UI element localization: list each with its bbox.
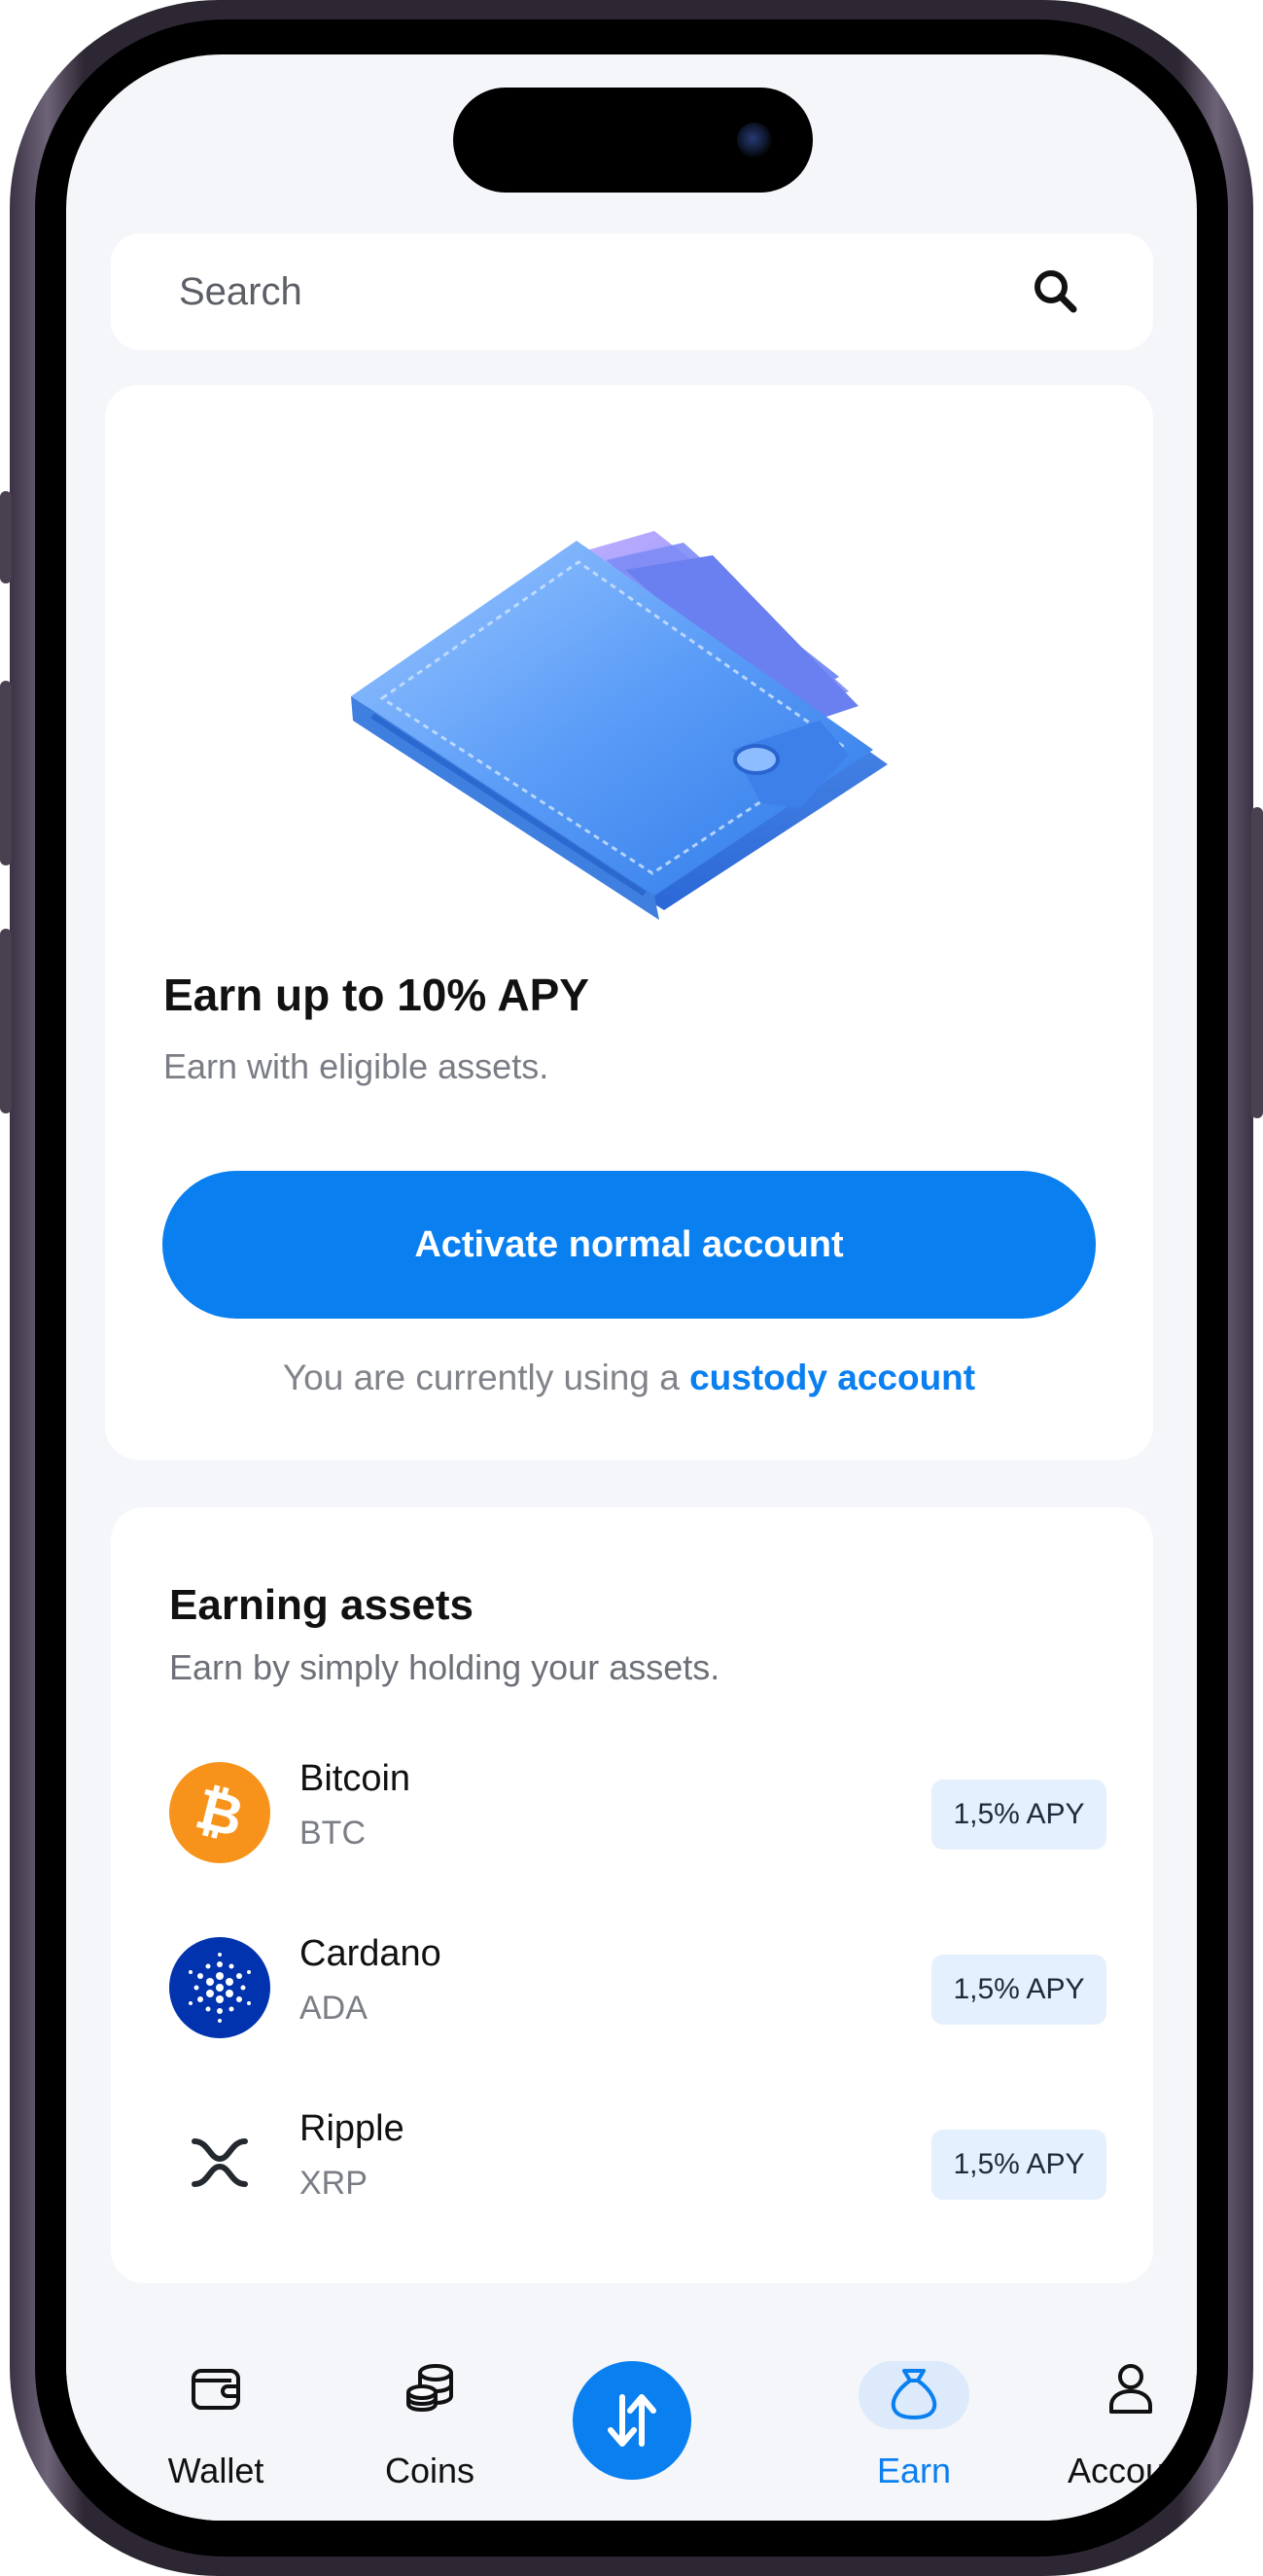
- tab-earn[interactable]: Earn: [831, 2283, 997, 2490]
- promo-subtitle: Earn with eligible assets.: [163, 1046, 549, 1086]
- tab-wallet[interactable]: Wallet: [133, 2283, 298, 2490]
- earning-assets-title: Earning assets: [169, 1581, 474, 1629]
- money-bag-icon: [891, 2369, 937, 2419]
- swap-button[interactable]: [573, 2361, 691, 2480]
- earn-promo-card: Earn up to 10% APY Earn with eligible as…: [105, 385, 1153, 1460]
- tab-account[interactable]: Account: [1048, 2283, 1197, 2490]
- apy-badge: 1,5% APY: [931, 2130, 1106, 2200]
- custody-notice: You are currently using a custody accoun…: [105, 1358, 1153, 1398]
- bitcoin-icon: ₿: [169, 1762, 270, 1863]
- wallet-illustration: [351, 531, 888, 920]
- volume-up-button: [0, 681, 12, 865]
- search-input[interactable]: [179, 263, 957, 321]
- asset-row-bitcoin[interactable]: ₿ Bitcoin BTC 1,5% APY: [169, 1758, 1106, 1865]
- earning-assets-card: Earning assets Earn by simply holding yo…: [111, 1507, 1153, 2283]
- screen: Earn up to 10% APY Earn with eligible as…: [66, 54, 1197, 2521]
- bottom-tab-bar: Wallet Coins Earn Account: [66, 2283, 1197, 2521]
- activate-normal-account-button[interactable]: Activate normal account: [162, 1171, 1096, 1319]
- asset-row-cardano[interactable]: Cardano ADA 1,5% APY: [169, 1933, 1106, 2040]
- action-button: [0, 491, 12, 583]
- asset-ticker: XRP: [299, 2165, 368, 2202]
- asset-ticker: ADA: [299, 1990, 368, 2027]
- tab-label: Earn: [876, 2451, 952, 2490]
- custody-notice-text: You are currently using a: [282, 1358, 690, 1397]
- asset-name: Cardano: [299, 1933, 441, 1974]
- search-icon[interactable]: [1029, 265, 1083, 319]
- apy-badge: 1,5% APY: [931, 1780, 1106, 1850]
- tab-label: Wallet: [167, 2451, 264, 2490]
- swap-arrows-icon: [608, 2394, 656, 2447]
- user-icon: [1109, 2364, 1152, 2414]
- asset-name: Bitcoin: [299, 1758, 411, 1799]
- asset-ticker: BTC: [299, 1815, 366, 1852]
- custody-account-link[interactable]: custody account: [689, 1358, 975, 1397]
- apy-badge: 1,5% APY: [931, 1955, 1106, 2025]
- wallet-icon: [192, 2369, 240, 2410]
- earning-assets-subtitle: Earn by simply holding your assets.: [169, 1647, 720, 1687]
- camera-icon: [737, 123, 772, 158]
- asset-name: Ripple: [299, 2108, 404, 2149]
- cardano-icon: [169, 1937, 270, 2038]
- ripple-icon: [169, 2112, 270, 2213]
- tab-coins[interactable]: Coins: [347, 2283, 512, 2490]
- asset-row-ripple[interactable]: Ripple XRP 1,5% APY: [169, 2108, 1106, 2215]
- volume-down-button: [0, 929, 12, 1113]
- power-button: [1251, 807, 1263, 1118]
- coins-icon: [406, 2364, 453, 2413]
- search-bar[interactable]: [111, 233, 1153, 350]
- tab-label: Coins: [384, 2451, 475, 2490]
- promo-title: Earn up to 10% APY: [163, 970, 589, 1020]
- tab-label: Account: [1067, 2451, 1195, 2490]
